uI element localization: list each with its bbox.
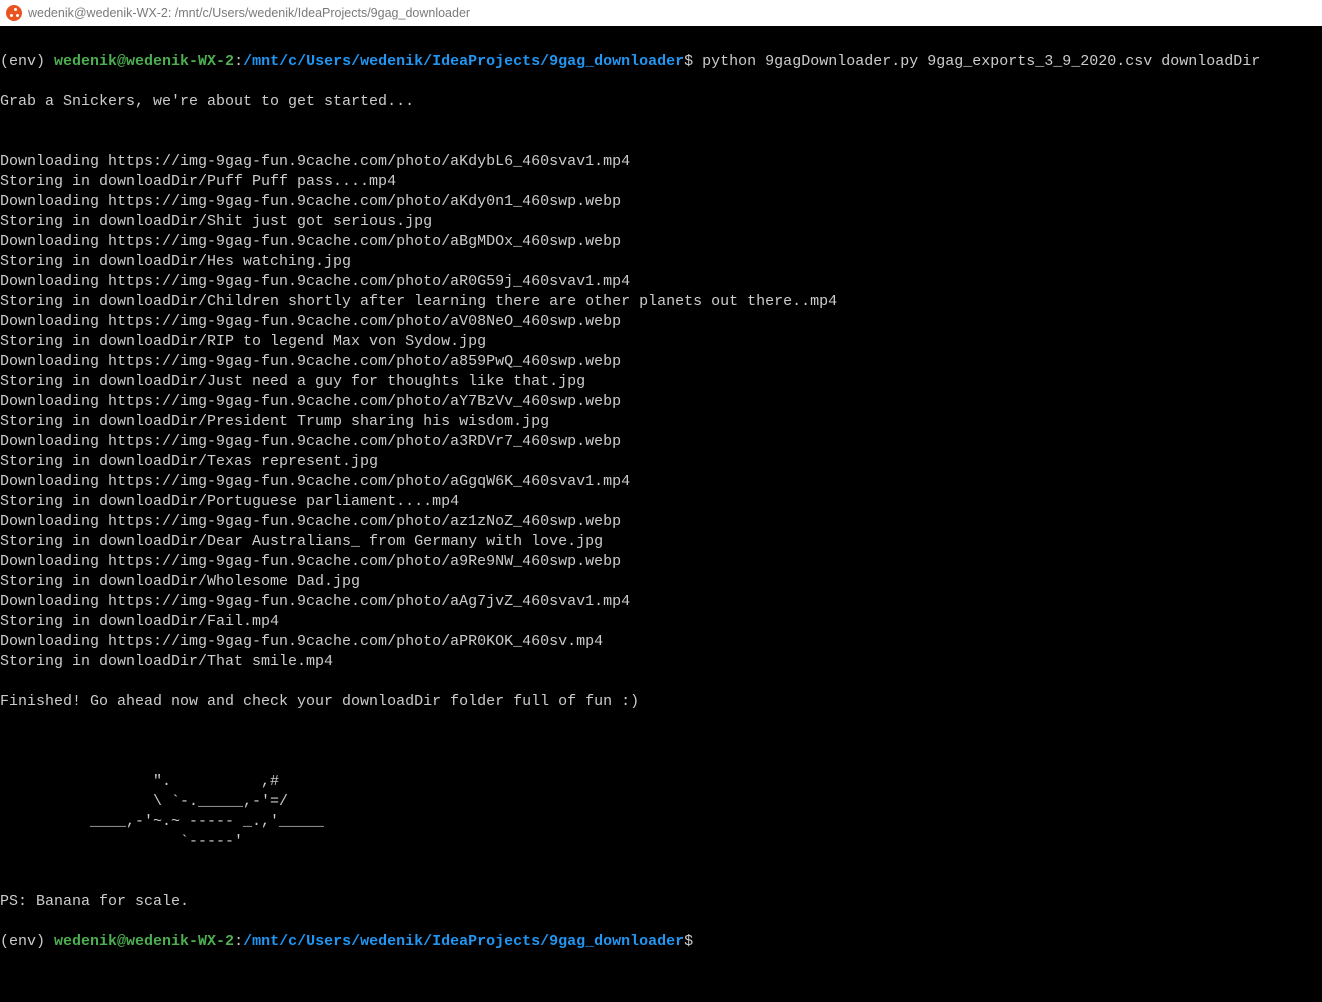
terminal-line: Downloading https://img-9gag-fun.9cache.… (0, 312, 1314, 332)
user-host: wedenik@wedenik-WX-2 (54, 53, 234, 70)
terminal-line: Downloading https://img-9gag-fun.9cache.… (0, 592, 1314, 612)
terminal-line: Storing in downloadDir/Dear Australians_… (0, 532, 1314, 552)
terminal-output[interactable]: (env) wedenik@wedenik-WX-2:/mnt/c/Users/… (0, 26, 1322, 1002)
terminal-line: Downloading https://img-9gag-fun.9cache.… (0, 192, 1314, 212)
terminal-line (0, 672, 1314, 692)
terminal-line: PS: Banana for scale. (0, 892, 1314, 912)
terminal-line: Storing in downloadDir/Fail.mp4 (0, 612, 1314, 632)
prompt-symbol: $ (684, 933, 693, 950)
user-host: wedenik@wedenik-WX-2 (54, 933, 234, 950)
prompt-colon: : (234, 53, 243, 70)
terminal-line: Downloading https://img-9gag-fun.9cache.… (0, 512, 1314, 532)
terminal-line: Grab a Snickers, we're about to get star… (0, 92, 1314, 112)
terminal-line: Storing in downloadDir/Shit just got ser… (0, 212, 1314, 232)
prompt-line: (env) wedenik@wedenik-WX-2:/mnt/c/Users/… (0, 52, 1314, 72)
prompt-colon: : (234, 933, 243, 950)
terminal-line: Downloading https://img-9gag-fun.9cache.… (0, 632, 1314, 652)
prompt-symbol: $ (684, 53, 693, 70)
terminal-line: Downloading https://img-9gag-fun.9cache.… (0, 472, 1314, 492)
terminal-line: Storing in downloadDir/Children shortly … (0, 292, 1314, 312)
window-title: wedenik@wedenik-WX-2: /mnt/c/Users/weden… (28, 3, 470, 23)
terminal-line: Storing in downloadDir/President Trump s… (0, 412, 1314, 432)
terminal-line: Downloading https://img-9gag-fun.9cache.… (0, 232, 1314, 252)
terminal-line: Storing in downloadDir/Puff Puff pass...… (0, 172, 1314, 192)
terminal-line: Downloading https://img-9gag-fun.9cache.… (0, 152, 1314, 172)
terminal-line (0, 752, 1314, 772)
terminal-line: Finished! Go ahead now and check your do… (0, 692, 1314, 712)
terminal-line (0, 872, 1314, 892)
venv-indicator: (env) (0, 53, 45, 70)
command-text: python 9gagDownloader.py 9gag_exports_3_… (693, 53, 1260, 70)
terminal-line: Storing in downloadDir/Just need a guy f… (0, 372, 1314, 392)
terminal-line (0, 712, 1314, 732)
terminal-line (0, 132, 1314, 152)
cwd-path: /mnt/c/Users/wedenik/IdeaProjects/9gag_d… (243, 933, 684, 950)
terminal-line (0, 852, 1314, 872)
terminal-line: Downloading https://img-9gag-fun.9cache.… (0, 432, 1314, 452)
terminal-line: Storing in downloadDir/Wholesome Dad.jpg (0, 572, 1314, 592)
terminal-line: Downloading https://img-9gag-fun.9cache.… (0, 352, 1314, 372)
terminal-line: `-----' (0, 832, 1314, 852)
terminal-line: Downloading https://img-9gag-fun.9cache.… (0, 272, 1314, 292)
terminal-line: ". ,# (0, 772, 1314, 792)
terminal-line: Storing in downloadDir/That smile.mp4 (0, 652, 1314, 672)
terminal-line: Storing in downloadDir/Hes watching.jpg (0, 252, 1314, 272)
prompt-line: (env) wedenik@wedenik-WX-2:/mnt/c/Users/… (0, 932, 1314, 952)
terminal-line (0, 112, 1314, 132)
terminal-line: \ `-._____,-'=/ (0, 792, 1314, 812)
terminal-line: Storing in downloadDir/RIP to legend Max… (0, 332, 1314, 352)
terminal-line: Downloading https://img-9gag-fun.9cache.… (0, 392, 1314, 412)
ubuntu-icon (6, 5, 22, 21)
terminal-line: Storing in downloadDir/Texas represent.j… (0, 452, 1314, 472)
terminal-line: ____,-'~.~ ----- _.,'_____ (0, 812, 1314, 832)
terminal-line: Storing in downloadDir/Portuguese parlia… (0, 492, 1314, 512)
venv-indicator: (env) (0, 933, 45, 950)
window-titlebar[interactable]: wedenik@wedenik-WX-2: /mnt/c/Users/weden… (0, 0, 1322, 26)
terminal-line: Downloading https://img-9gag-fun.9cache.… (0, 552, 1314, 572)
cwd-path: /mnt/c/Users/wedenik/IdeaProjects/9gag_d… (243, 53, 684, 70)
terminal-line (0, 732, 1314, 752)
